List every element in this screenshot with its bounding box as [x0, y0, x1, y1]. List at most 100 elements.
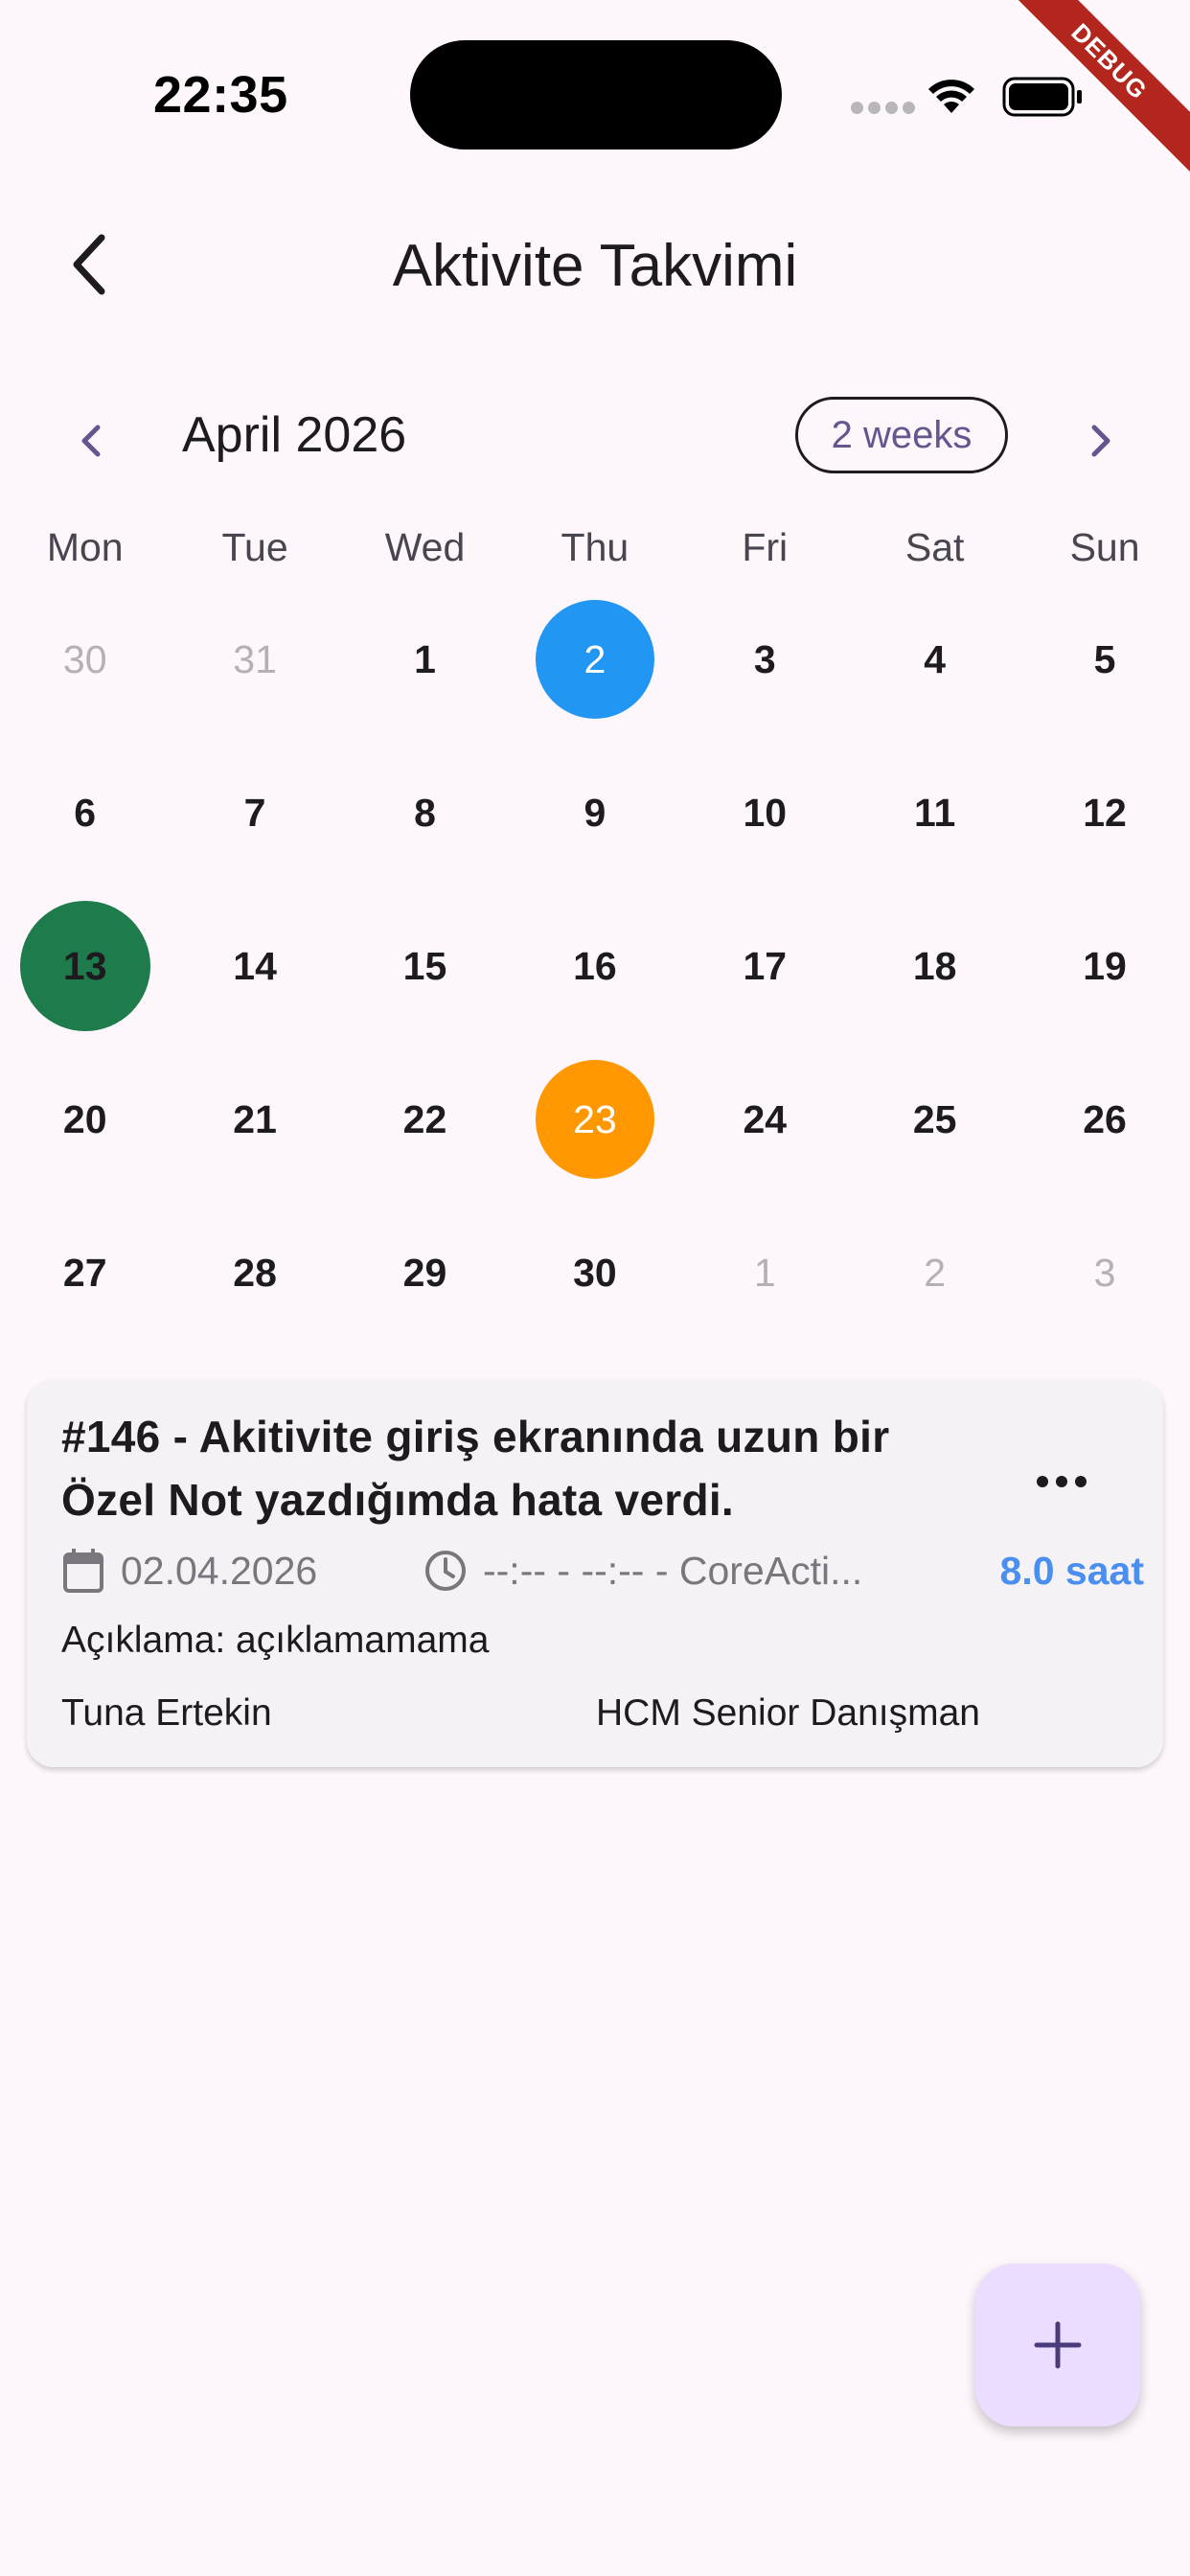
calendar-week: 30 31 1 2 3 4 5 [0, 583, 1190, 736]
calendar-day[interactable]: 2 [850, 1196, 1019, 1349]
calendar-day[interactable]: 9 [510, 736, 679, 889]
wifi-icon [928, 80, 974, 113]
day-number: 12 [1083, 790, 1127, 835]
more-horizontal-icon[interactable] [1023, 1462, 1100, 1501]
calendar-day[interactable]: 31 [170, 583, 339, 736]
add-icon [1034, 2321, 1082, 2369]
day-number: 23 [573, 1096, 617, 1141]
day-number: 7 [243, 790, 266, 835]
calendar-day[interactable]: 27 [0, 1196, 170, 1349]
calendar-day[interactable]: 7 [170, 736, 339, 889]
calendar-grid: 30 31 1 2 3 4 5 6 7 8 9 10 11 12 13 14 1… [0, 583, 1190, 1349]
day-number: 5 [1093, 636, 1116, 681]
calendar-day[interactable]: 3 [680, 583, 850, 736]
day-number: 17 [743, 943, 788, 988]
weekday-label: Sun [1069, 525, 1140, 569]
format-toggle-button[interactable]: 2 weeks [795, 397, 1008, 473]
calendar-day[interactable]: 18 [850, 889, 1019, 1043]
calendar-week: 6 7 8 9 10 11 12 [0, 736, 1190, 889]
calendar-week: 13 14 15 16 17 18 19 [0, 889, 1190, 1043]
calendar-day[interactable]: 11 [850, 736, 1019, 889]
clock-icon [425, 1551, 466, 1591]
day-number: 9 [584, 790, 606, 835]
day-number: 26 [1083, 1096, 1127, 1141]
day-number: 11 [913, 790, 956, 835]
activity-card[interactable]: #146 - Akitivite giriş ekranında uzun bi… [27, 1380, 1163, 1767]
calendar-day[interactable]: 3 [1019, 1196, 1189, 1349]
calendar-day[interactable]: 12 [1019, 736, 1189, 889]
day-number: 15 [402, 943, 447, 988]
calendar-week: 20 21 22 23 24 25 26 [0, 1043, 1190, 1196]
day-number: 3 [1093, 1250, 1116, 1295]
day-number: 3 [753, 636, 776, 681]
app-bar: Aktivite Takvimi [0, 192, 1190, 345]
day-number: 22 [402, 1096, 447, 1141]
weekday-label: Fri [742, 525, 789, 569]
calendar-day[interactable]: 19 [1019, 889, 1189, 1043]
calendar-day[interactable]: 17 [680, 889, 850, 1043]
calendar-day[interactable]: 24 [680, 1043, 850, 1196]
weekday-label: Mon [46, 525, 124, 569]
calendar-day-selected[interactable]: 2 [510, 583, 679, 736]
day-number: 10 [743, 790, 788, 835]
day-number: 8 [414, 790, 436, 835]
add-activity-button[interactable] [975, 2264, 1140, 2426]
battery-icon [1002, 77, 1082, 117]
calendar-icon [63, 1549, 103, 1593]
calendar-day[interactable]: 6 [0, 736, 170, 889]
chevron-left-icon[interactable] [63, 412, 121, 470]
day-number: 14 [233, 943, 277, 988]
page-title: Aktivite Takvimi [392, 233, 798, 299]
day-number: 1 [753, 1250, 776, 1295]
activity-person: Tuna Ertekin [61, 1692, 272, 1734]
calendar-day-today[interactable]: 13 [0, 889, 170, 1043]
weekday-label: Thu [561, 525, 629, 569]
calendar-day[interactable]: 15 [340, 889, 510, 1043]
calendar-day[interactable]: 26 [1019, 1043, 1189, 1196]
activity-meta: 02.04.2026 --:-- - --:-- - CoreActi... 8… [61, 1543, 1144, 1600]
activity-description: Açıklama: açıklamamama [61, 1620, 490, 1661]
day-number: 30 [573, 1250, 617, 1295]
activity-date: 02.04.2026 [121, 1549, 318, 1593]
calendar-day[interactable]: 22 [340, 1043, 510, 1196]
weekday-label: Tue [221, 525, 288, 569]
activity-time-range: --:-- - --:-- - CoreActi... [483, 1549, 863, 1593]
day-number: 24 [743, 1096, 788, 1141]
status-bar: 22:35 DEBUG [0, 0, 1190, 192]
calendar-day-event[interactable]: 23 [510, 1043, 679, 1196]
day-number: 25 [912, 1096, 957, 1141]
day-number: 1 [414, 636, 436, 681]
calendar-header: April 2026 2 weeks [0, 383, 1190, 489]
calendar-day[interactable]: 4 [850, 583, 1019, 736]
day-number: 18 [912, 943, 957, 988]
calendar-day[interactable]: 28 [170, 1196, 339, 1349]
calendar-day[interactable]: 25 [850, 1043, 1019, 1196]
calendar-week: 27 28 29 30 1 2 3 [0, 1196, 1190, 1349]
calendar-day[interactable]: 16 [510, 889, 679, 1043]
day-number: 27 [62, 1250, 107, 1295]
calendar-day[interactable]: 29 [340, 1196, 510, 1349]
month-label: April 2026 [182, 407, 407, 463]
weekday-label: Sat [904, 525, 965, 569]
calendar-day[interactable]: 21 [170, 1043, 339, 1196]
chevron-right-icon[interactable] [1071, 412, 1129, 470]
calendar-day[interactable]: 8 [340, 736, 510, 889]
day-number: 20 [62, 1096, 107, 1141]
calendar-day[interactable]: 5 [1019, 583, 1189, 736]
day-number: 13 [62, 943, 107, 988]
day-number: 30 [62, 636, 107, 681]
calendar-day[interactable]: 30 [0, 583, 170, 736]
calendar-day[interactable]: 1 [680, 1196, 850, 1349]
calendar-day[interactable]: 20 [0, 1043, 170, 1196]
day-number: 16 [573, 943, 617, 988]
day-number: 2 [584, 636, 606, 681]
activity-role: HCM Senior Danışman [596, 1692, 980, 1734]
calendar-day[interactable]: 1 [340, 583, 510, 736]
status-time: 22:35 [153, 66, 288, 124]
day-number: 6 [74, 790, 97, 835]
calendar-day[interactable]: 10 [680, 736, 850, 889]
day-number: 29 [402, 1250, 447, 1295]
calendar-day[interactable]: 14 [170, 889, 339, 1043]
weekday-header: Mon Tue Wed Thu Fri Sat Sun [0, 525, 1190, 583]
calendar-day[interactable]: 30 [510, 1196, 679, 1349]
